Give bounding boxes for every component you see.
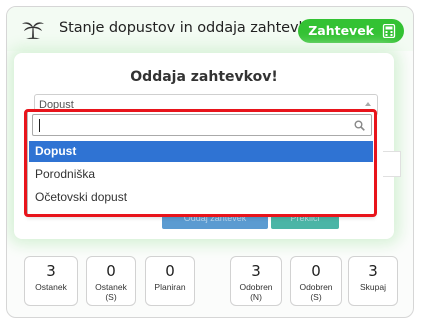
stat-value: 0 — [165, 262, 175, 280]
stat-label: Ostanek — [35, 282, 67, 292]
dropdown-search-input[interactable] — [32, 114, 372, 136]
stat-value: 3 — [251, 262, 261, 280]
stat-label: Skupaj — [360, 282, 386, 292]
stat-planiran: 0 Planiran — [145, 256, 195, 306]
request-type-dropdown: Dopust Porodniška Očetovski dopust — [27, 110, 375, 216]
stat-label: Planiran — [154, 282, 186, 292]
header: Stanje dopustov in oddaja zahtevkov Zaht… — [7, 7, 413, 51]
app-frame: Stanje dopustov in oddaja zahtevkov Zaht… — [6, 6, 414, 318]
calculator-icon — [382, 24, 396, 38]
dropdown-option-porodniska[interactable]: Porodniška — [29, 164, 373, 185]
dropdown-option-ocetovski-dopust[interactable]: Očetovski dopust — [29, 187, 373, 208]
stat-label: Odobren (N) — [239, 282, 273, 302]
stat-value: 3 — [368, 262, 378, 280]
stat-ostanek: 3 Ostanek — [24, 256, 78, 306]
stat-skupaj: 3 Skupaj — [348, 256, 398, 306]
request-button-label: Zahtevek — [308, 23, 374, 38]
date-field-edge[interactable] — [383, 151, 401, 177]
stat-value: 0 — [106, 262, 116, 280]
stat-label: Odobren (S) — [299, 282, 333, 302]
card-title: Oddaja zahtevkov! — [130, 69, 278, 85]
palm-tree-icon — [22, 22, 44, 39]
dropdown-option-dopust[interactable]: Dopust — [29, 141, 373, 162]
text-cursor — [39, 119, 40, 132]
stat-odobren-n: 3 Odobren (N) — [230, 256, 282, 306]
stat-ostanek-s: 0 Ostanek (S) — [86, 256, 136, 306]
stat-value: 3 — [46, 262, 56, 280]
request-button[interactable]: Zahtevek — [298, 19, 404, 43]
chevron-up-icon — [365, 102, 371, 106]
stat-value: 0 — [311, 262, 321, 280]
stat-odobren-s: 0 Odobren (S) — [290, 256, 342, 306]
stat-label: Ostanek (S) — [95, 282, 127, 302]
search-icon — [354, 120, 365, 131]
page-title: Stanje dopustov in oddaja zahtevkov — [59, 20, 324, 36]
